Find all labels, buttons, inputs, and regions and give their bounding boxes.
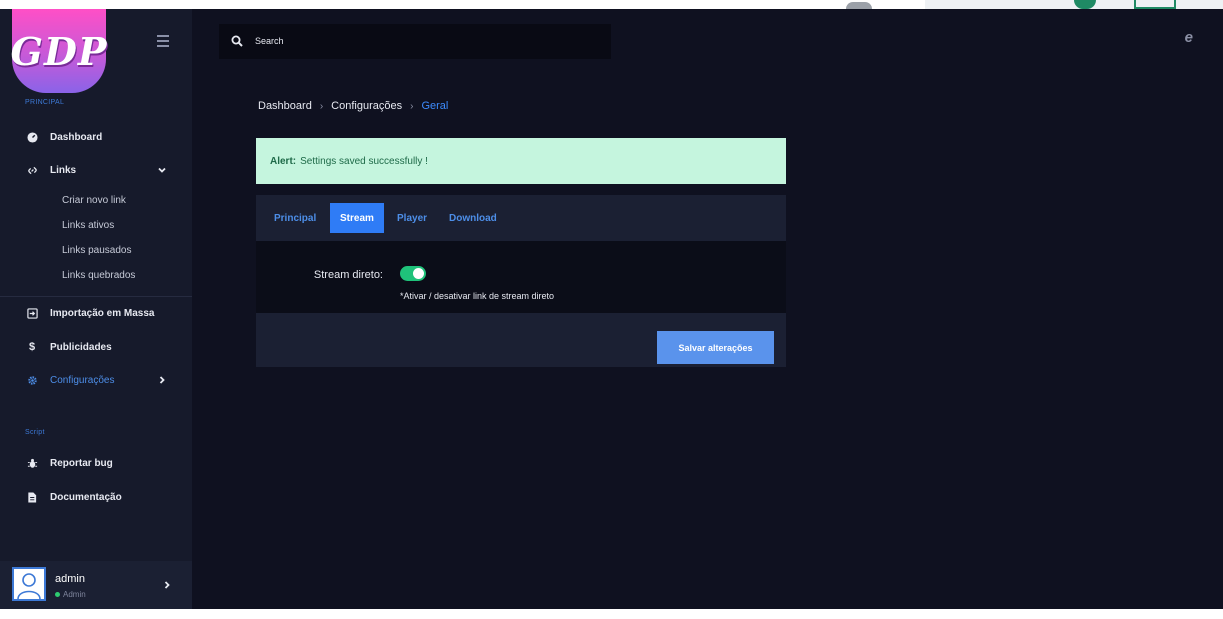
breadcrumb-geral: Geral [421,100,449,112]
stream-direto-hint: *Ativar / desativar link de stream diret… [400,291,555,301]
user-name: admin [55,573,85,585]
chevron-down-icon[interactable] [158,166,166,177]
tab-stream[interactable]: Stream [330,203,384,233]
card-footer: Salvar alterações [256,313,786,367]
link-icon [26,164,38,176]
settings-card: Principal Stream Player Download Stream … [256,195,786,367]
app-window: GDP PRINCIPAL Dashboard Links Criar novo… [0,9,1223,609]
chevron-right-icon[interactable] [163,581,171,592]
search-icon [231,34,243,52]
tab-player[interactable]: Player [387,203,437,233]
sidebar-subitem-criar-novo-link[interactable]: Criar novo link [62,195,126,206]
online-status-dot [55,592,60,597]
breadcrumb-configuracoes[interactable]: Configurações [331,100,402,112]
success-alert: Alert: Settings saved successfully ! [256,138,786,184]
sidebar-item-label: Publicidades [50,341,112,353]
tab-principal[interactable]: Principal [264,203,326,233]
sidebar-item-publicidades[interactable]: $ Publicidades [26,339,112,355]
dollar-icon: $ [28,341,36,353]
tab-download[interactable]: Download [439,203,507,233]
stream-direto-row: Stream direto: *Ativar / desativar link … [256,241,786,313]
breadcrumb-dashboard[interactable]: Dashboard [258,100,312,112]
user-role-label: Admin [63,590,86,599]
gauge-icon [26,131,38,143]
settings-tabs: Principal Stream Player Download [256,195,786,241]
search-input[interactable] [255,33,555,49]
sidebar-divider [0,296,192,297]
sidebar-item-links[interactable]: Links [26,162,76,178]
alert-label: Alert: [270,155,297,167]
logo-text: GDP [10,28,108,74]
gear-icon [26,374,38,386]
sidebar-item-label: Reportar bug [50,457,113,469]
sidebar-item-label: Dashboard [50,131,103,143]
bug-icon [26,457,38,469]
sidebar-item-configuracoes[interactable]: Configurações [26,372,114,388]
save-button[interactable]: Salvar alterações [657,331,774,364]
logo[interactable]: GDP [10,9,108,93]
top-partial-shape [846,2,872,9]
sidebar: GDP PRINCIPAL Dashboard Links Criar novo… [0,9,192,609]
menu-toggle-icon[interactable] [157,35,169,50]
chevron-right-icon: › [410,100,414,112]
document-icon [26,491,38,503]
breadcrumb: Dashboard › Configurações › Geral [258,100,448,112]
avatar [12,567,46,601]
user-role: Admin [55,590,86,599]
sidebar-item-label: Configurações [50,374,115,386]
stream-direto-toggle[interactable] [400,266,426,281]
user-panel[interactable]: admin Admin [0,561,192,609]
stream-direto-label: Stream direto: [313,269,383,281]
sidebar-item-label: Documentação [50,491,122,503]
sidebar-item-reportar-bug[interactable]: Reportar bug [26,455,113,471]
sidebar-subitem-links-ativos[interactable]: Links ativos [62,220,114,231]
search-bar[interactable] [219,24,611,59]
sidebar-item-label: Importação em Massa [50,307,155,319]
import-icon [26,307,38,319]
section-label-script: Script [25,429,45,436]
chevron-right-icon[interactable] [158,376,166,387]
sidebar-item-documentacao[interactable]: Documentação [26,489,122,505]
alert-message: Settings saved successfully ! [300,155,428,167]
top-partial-icon [1134,0,1176,9]
sidebar-item-importacao[interactable]: Importação em Massa [26,305,155,321]
browser-edge-icon[interactable]: e [1185,29,1193,46]
sidebar-subitem-links-quebrados[interactable]: Links quebrados [62,270,135,281]
sidebar-item-label: Links [50,164,77,176]
sidebar-subitem-links-pausados[interactable]: Links pausados [62,245,132,256]
sidebar-item-dashboard[interactable]: Dashboard [26,129,102,145]
section-label-principal: PRINCIPAL [25,99,65,106]
chevron-right-icon: › [319,100,324,112]
